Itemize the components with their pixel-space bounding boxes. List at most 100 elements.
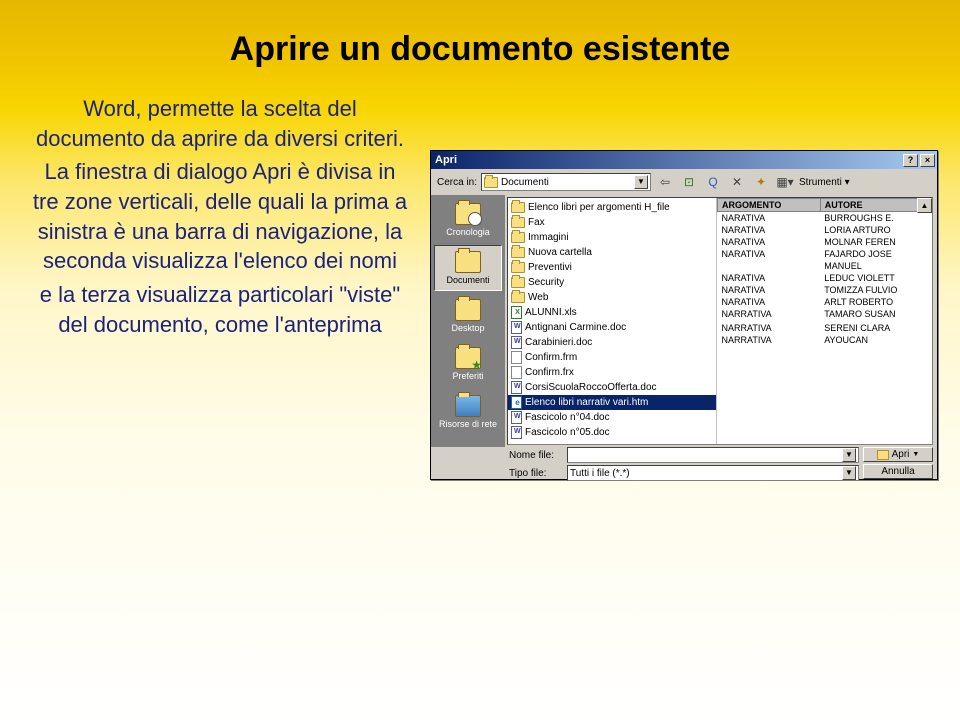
file-name: Carabinieri.doc xyxy=(525,337,592,348)
file-item[interactable]: Elenco libri narrativ vari.htm xyxy=(508,395,716,410)
file-pane: Elenco libri per argomenti H_fileFax Imma… xyxy=(507,197,933,445)
doc-icon xyxy=(511,411,522,424)
gen-icon xyxy=(511,351,522,364)
place-documenti[interactable]: Documenti xyxy=(434,245,502,291)
table-row: NARRATIVAAYOUCAN xyxy=(718,334,932,346)
file-item[interactable]: ALUNNI.xls xyxy=(508,305,716,320)
file-item[interactable]: Preventivi xyxy=(508,260,716,275)
folder-icon xyxy=(455,347,481,369)
scroll-up-button[interactable]: ▲ xyxy=(917,198,932,213)
file-name: CorsiScuolaRoccoOfferta.doc xyxy=(525,382,657,393)
table-cell: BURROUGHS E. xyxy=(820,212,931,225)
folder-icon xyxy=(455,299,481,321)
column-header[interactable]: AUTORE xyxy=(820,199,931,212)
file-name: Security xyxy=(528,277,564,288)
folder-icon xyxy=(511,202,525,213)
chevron-down-icon: ▼ xyxy=(842,448,856,462)
dialog-titlebar[interactable]: Apri ? × xyxy=(431,151,937,169)
table-row: NARATIVAFAJARDO JOSE xyxy=(718,248,932,260)
file-item[interactable]: Antignani Carmine.doc xyxy=(508,320,716,335)
file-item[interactable]: Security xyxy=(508,275,716,290)
file-name: Confirm.frx xyxy=(525,367,574,378)
table-row: NARATIVAARLT ROBERTO xyxy=(718,296,932,308)
table-row: NARRATIVATAMARO SUSAN xyxy=(718,308,932,320)
file-item[interactable]: Fascicolo n°04.doc xyxy=(508,410,716,425)
table-row: NARATIVALORIA ARTURO xyxy=(718,224,932,236)
place-label: Desktop xyxy=(451,323,484,333)
table-cell: LEDUC VIOLETT xyxy=(820,272,931,284)
file-item[interactable]: Immagini xyxy=(508,230,716,245)
help-button[interactable]: ? xyxy=(903,154,918,167)
place-cronologia[interactable]: Cronologia xyxy=(434,197,502,243)
file-name: Immagini xyxy=(528,232,569,243)
file-name: ALUNNI.xls xyxy=(525,307,577,318)
table-cell xyxy=(718,260,821,272)
delete-button[interactable]: ✕ xyxy=(727,172,747,192)
table-cell: NARATIVA xyxy=(718,284,821,296)
place-risorse-di-rete[interactable]: Risorse di rete xyxy=(434,389,502,435)
table-cell: NARATIVA xyxy=(718,248,821,260)
table-cell: NARATIVA xyxy=(718,272,821,284)
place-label: Preferiti xyxy=(452,371,483,381)
dialog-title: Apri xyxy=(435,154,457,166)
table-row: NARRATIVASERENI CLARA xyxy=(718,322,932,334)
file-item[interactable]: CorsiScuolaRoccoOfferta.doc xyxy=(508,380,716,395)
chevron-down-icon: ▼ xyxy=(634,175,648,189)
lookin-combo[interactable]: Documenti ▼ xyxy=(481,173,651,191)
folder-icon xyxy=(511,232,525,243)
file-item[interactable]: Nuova cartella xyxy=(508,245,716,260)
open-folder-icon xyxy=(877,450,889,460)
filetype-combo[interactable]: Tutti i file (*.*) ▼ xyxy=(567,465,859,481)
file-item[interactable]: Carabinieri.doc xyxy=(508,335,716,350)
table-row: MANUEL xyxy=(718,260,932,272)
table-cell: TAMARO SUSAN xyxy=(820,308,931,320)
folder-icon xyxy=(511,277,525,288)
back-button[interactable]: ⇦ xyxy=(655,172,675,192)
table-cell: MANUEL xyxy=(820,260,931,272)
file-name: Nuova cartella xyxy=(528,247,592,258)
views-button[interactable]: ▦▾ xyxy=(775,172,795,192)
file-list[interactable]: Elenco libri per argomenti H_fileFax Imma… xyxy=(508,198,716,444)
file-item[interactable]: Fax xyxy=(508,215,716,230)
file-item[interactable]: Elenco libri per argomenti H_file xyxy=(508,200,716,215)
slide-title: Aprire un documento esistente xyxy=(0,0,960,94)
place-label: Documenti xyxy=(446,275,489,285)
file-name: Fascicolo n°05.doc xyxy=(525,427,610,438)
open-button[interactable]: Apri▼ xyxy=(863,447,933,462)
table-cell: FAJARDO JOSE xyxy=(820,248,931,260)
slide-body-text: Word, permette la scelta del documento d… xyxy=(30,94,410,340)
table-cell: SERENI CLARA xyxy=(820,322,931,334)
table-cell: NARATIVA xyxy=(718,224,821,236)
lookin-value: Documenti xyxy=(501,177,549,188)
place-preferiti[interactable]: Preferiti xyxy=(434,341,502,387)
file-name: Elenco libri narrativ vari.htm xyxy=(525,397,648,408)
htm-icon xyxy=(511,396,522,409)
filename-input[interactable]: ▼ xyxy=(567,447,859,463)
table-cell: NARRATIVA xyxy=(718,334,821,346)
file-item[interactable]: Confirm.frx xyxy=(508,365,716,380)
chevron-down-icon: ▼ xyxy=(842,466,856,480)
folder-icon xyxy=(511,217,525,228)
column-header[interactable]: ARGOMENTO xyxy=(718,199,821,212)
filetype-label: Tipo file: xyxy=(509,468,563,479)
up-button[interactable]: ⊡ xyxy=(679,172,699,192)
tools-label[interactable]: Strumenti ▾ xyxy=(799,177,850,188)
place-label: Risorse di rete xyxy=(439,419,497,429)
doc-icon xyxy=(511,381,522,394)
file-item[interactable]: Confirm.frm xyxy=(508,350,716,365)
table-row: NARATIVAMOLNAR FEREN xyxy=(718,236,932,248)
file-item[interactable]: Fascicolo n°05.doc xyxy=(508,425,716,440)
preview-pane: ARGOMENTOAUTORE NARATIVABURROUGHS E.NARA… xyxy=(716,198,932,444)
close-button[interactable]: × xyxy=(920,154,935,167)
gen-icon xyxy=(511,366,522,379)
table-cell: LORIA ARTURO xyxy=(820,224,931,236)
search-web-button[interactable]: Q xyxy=(703,172,723,192)
new-folder-button[interactable]: ✦ xyxy=(751,172,771,192)
file-item[interactable]: Web xyxy=(508,290,716,305)
table-row: NARATIVATOMIZZA FULVIO xyxy=(718,284,932,296)
doc-icon xyxy=(511,426,522,439)
place-desktop[interactable]: Desktop xyxy=(434,293,502,339)
paragraph-1: Word, permette la scelta del documento d… xyxy=(30,94,410,153)
table-row: NARATIVALEDUC VIOLETT xyxy=(718,272,932,284)
cancel-button[interactable]: Annulla xyxy=(863,464,933,479)
